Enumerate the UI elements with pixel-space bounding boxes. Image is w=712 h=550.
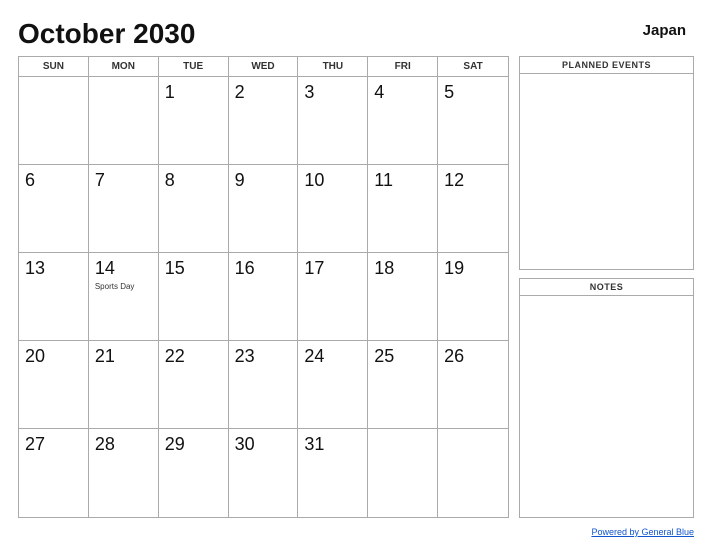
calendar-cell: 29 xyxy=(159,429,229,517)
calendar-cell xyxy=(438,429,508,517)
calendar-cell: 17 xyxy=(298,253,368,341)
calendar-cell: 4 xyxy=(368,77,438,165)
date-number: 1 xyxy=(165,82,175,104)
footer: Powered by General Blue xyxy=(18,522,694,540)
date-number: 11 xyxy=(374,170,393,192)
date-number: 5 xyxy=(444,82,454,104)
date-number: 8 xyxy=(165,170,175,192)
calendar: SUNMONTUEWEDTHUFRISAT 123456789101112131… xyxy=(18,56,509,518)
calendar-cell: 23 xyxy=(229,341,299,429)
calendar-cell: 11 xyxy=(368,165,438,253)
footer-link[interactable]: Powered by General Blue xyxy=(591,527,694,537)
date-number: 10 xyxy=(304,170,324,192)
day-headers: SUNMONTUEWEDTHUFRISAT xyxy=(19,57,508,77)
date-number: 25 xyxy=(374,346,394,368)
date-number: 22 xyxy=(165,346,185,368)
calendar-cell: 15 xyxy=(159,253,229,341)
day-header-thu: THU xyxy=(298,57,368,76)
date-number: 13 xyxy=(25,258,45,280)
calendar-cell xyxy=(89,77,159,165)
day-header-mon: MON xyxy=(89,57,159,76)
date-number: 17 xyxy=(304,258,324,280)
calendar-cell: 8 xyxy=(159,165,229,253)
country-label: Japan xyxy=(643,22,686,39)
date-number: 27 xyxy=(25,434,45,456)
calendar-cell: 12 xyxy=(438,165,508,253)
date-number: 31 xyxy=(304,434,324,456)
date-number: 29 xyxy=(165,434,185,456)
date-number: 3 xyxy=(304,82,314,104)
date-number: 23 xyxy=(235,346,255,368)
notes-content xyxy=(520,296,693,517)
day-header-fri: FRI xyxy=(368,57,438,76)
calendar-cell: 27 xyxy=(19,429,89,517)
date-number: 15 xyxy=(165,258,185,280)
day-header-wed: WED xyxy=(229,57,299,76)
calendar-cell: 24 xyxy=(298,341,368,429)
notes-box: NOTES xyxy=(519,278,694,518)
calendar-grid: 1234567891011121314Sports Day15161718192… xyxy=(19,77,508,517)
calendar-cell: 2 xyxy=(229,77,299,165)
right-panel: PLANNED EVENTS NOTES xyxy=(519,56,694,518)
date-number: 4 xyxy=(374,82,384,104)
calendar-cell: 6 xyxy=(19,165,89,253)
calendar-cell: 30 xyxy=(229,429,299,517)
notes-title: NOTES xyxy=(520,279,693,296)
calendar-cell: 20 xyxy=(19,341,89,429)
calendar-cell: 18 xyxy=(368,253,438,341)
calendar-cell: 26 xyxy=(438,341,508,429)
date-number: 18 xyxy=(374,258,394,280)
calendar-cell: 22 xyxy=(159,341,229,429)
calendar-cell: 3 xyxy=(298,77,368,165)
date-number: 24 xyxy=(304,346,324,368)
day-header-tue: TUE xyxy=(159,57,229,76)
date-number: 28 xyxy=(95,434,115,456)
calendar-cell: 19 xyxy=(438,253,508,341)
date-number: 26 xyxy=(444,346,464,368)
month-title: October 2030 xyxy=(18,18,195,50)
date-number: 9 xyxy=(235,170,245,192)
date-number: 16 xyxy=(235,258,255,280)
date-number: 6 xyxy=(25,170,35,192)
calendar-cell xyxy=(368,429,438,517)
date-number: 21 xyxy=(95,346,115,368)
calendar-cell: 14 Sports Day xyxy=(89,253,159,341)
date-number: 2 xyxy=(235,82,245,104)
calendar-cell: 28 xyxy=(89,429,159,517)
calendar-cell: 7 xyxy=(89,165,159,253)
date-number: 14 xyxy=(95,258,115,280)
day-header-sun: SUN xyxy=(19,57,89,76)
calendar-cell xyxy=(19,77,89,165)
date-number: 20 xyxy=(25,346,45,368)
calendar-cell: 16 xyxy=(229,253,299,341)
header: October 2030 Japan xyxy=(18,18,694,50)
calendar-cell: 9 xyxy=(229,165,299,253)
calendar-cell: 1 xyxy=(159,77,229,165)
calendar-cell: 13 xyxy=(19,253,89,341)
calendar-cell: 21 xyxy=(89,341,159,429)
planned-events-box: PLANNED EVENTS xyxy=(519,56,694,270)
calendar-cell: 31 xyxy=(298,429,368,517)
date-number: 12 xyxy=(444,170,464,192)
date-number: 19 xyxy=(444,258,464,280)
event-label: Sports Day xyxy=(95,282,135,292)
planned-events-content xyxy=(520,74,693,269)
day-header-sat: SAT xyxy=(438,57,508,76)
calendar-cell: 25 xyxy=(368,341,438,429)
date-number: 30 xyxy=(235,434,255,456)
calendar-cell: 10 xyxy=(298,165,368,253)
planned-events-title: PLANNED EVENTS xyxy=(520,57,693,74)
main-area: SUNMONTUEWEDTHUFRISAT 123456789101112131… xyxy=(18,56,694,518)
page: October 2030 Japan SUNMONTUEWEDTHUFRISAT… xyxy=(0,0,712,550)
calendar-cell: 5 xyxy=(438,77,508,165)
date-number: 7 xyxy=(95,170,105,192)
